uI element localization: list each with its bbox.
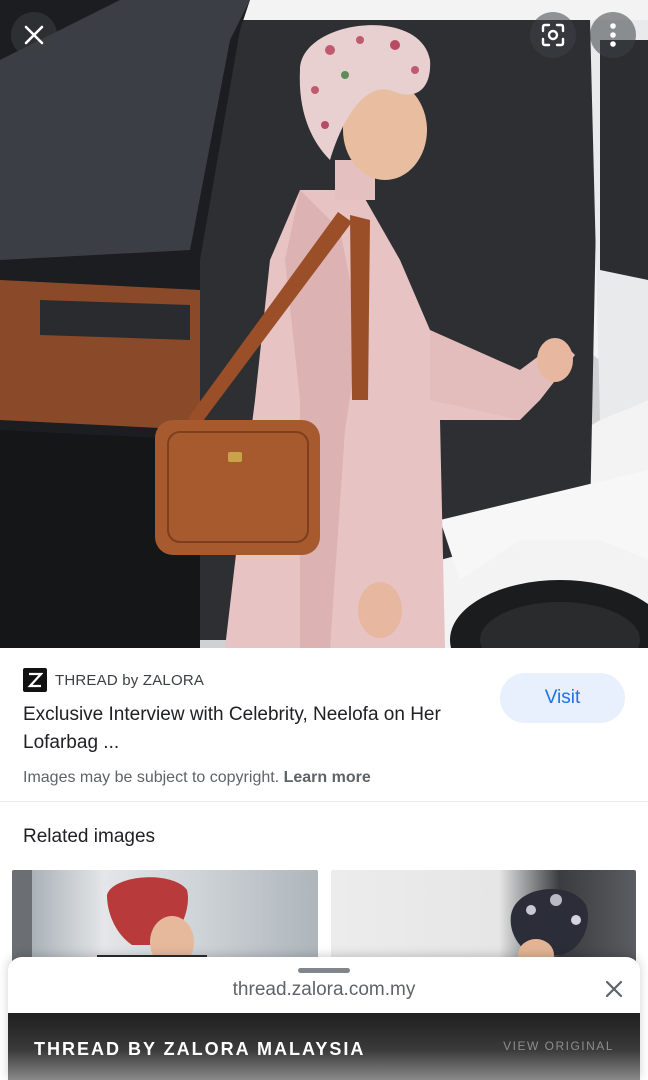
site-preview[interactable]: THREAD BY ZALORA MALAYSIA VIEW ORIGINAL — [8, 1013, 640, 1080]
zalora-logo-icon — [23, 668, 47, 692]
related-image-1[interactable] — [12, 870, 318, 970]
close-icon — [24, 25, 44, 45]
view-original-link[interactable]: VIEW ORIGINAL — [503, 1039, 614, 1053]
related-photo-1 — [12, 870, 207, 970]
learn-more-link[interactable]: Learn more — [284, 769, 371, 786]
related-image-2[interactable] — [331, 870, 636, 970]
result-title[interactable]: Exclusive Interview with Celebrity, Neel… — [23, 701, 478, 757]
more-vert-icon — [610, 23, 616, 47]
sheet-close-button[interactable] — [600, 975, 628, 1003]
related-photo-2 — [510, 888, 589, 970]
bottom-sheet[interactable]: thread.zalora.com.my THREAD BY ZALORA MA… — [8, 957, 640, 1080]
source-row[interactable]: THREAD by ZALORA — [23, 668, 204, 692]
divider — [0, 801, 648, 802]
close-button[interactable] — [11, 12, 57, 58]
lens-button[interactable] — [530, 12, 576, 58]
more-options-button[interactable] — [590, 12, 636, 58]
sheet-url: thread.zalora.com.my — [232, 979, 416, 1000]
source-name: THREAD by ZALORA — [55, 671, 205, 689]
close-icon — [605, 980, 623, 998]
copyright-text: Images may be subject to copyright. — [23, 769, 280, 786]
lens-icon — [541, 23, 565, 47]
hero-image[interactable] — [0, 0, 648, 648]
visit-button[interactable]: Visit — [500, 673, 625, 723]
related-images-heading: Related images — [23, 826, 156, 847]
hero-photo — [0, 0, 648, 648]
copyright-notice: Images may be subject to copyright. Lear… — [23, 769, 371, 787]
drag-handle[interactable] — [298, 968, 350, 973]
preview-site-title: THREAD BY ZALORA MALAYSIA — [34, 1039, 366, 1059]
